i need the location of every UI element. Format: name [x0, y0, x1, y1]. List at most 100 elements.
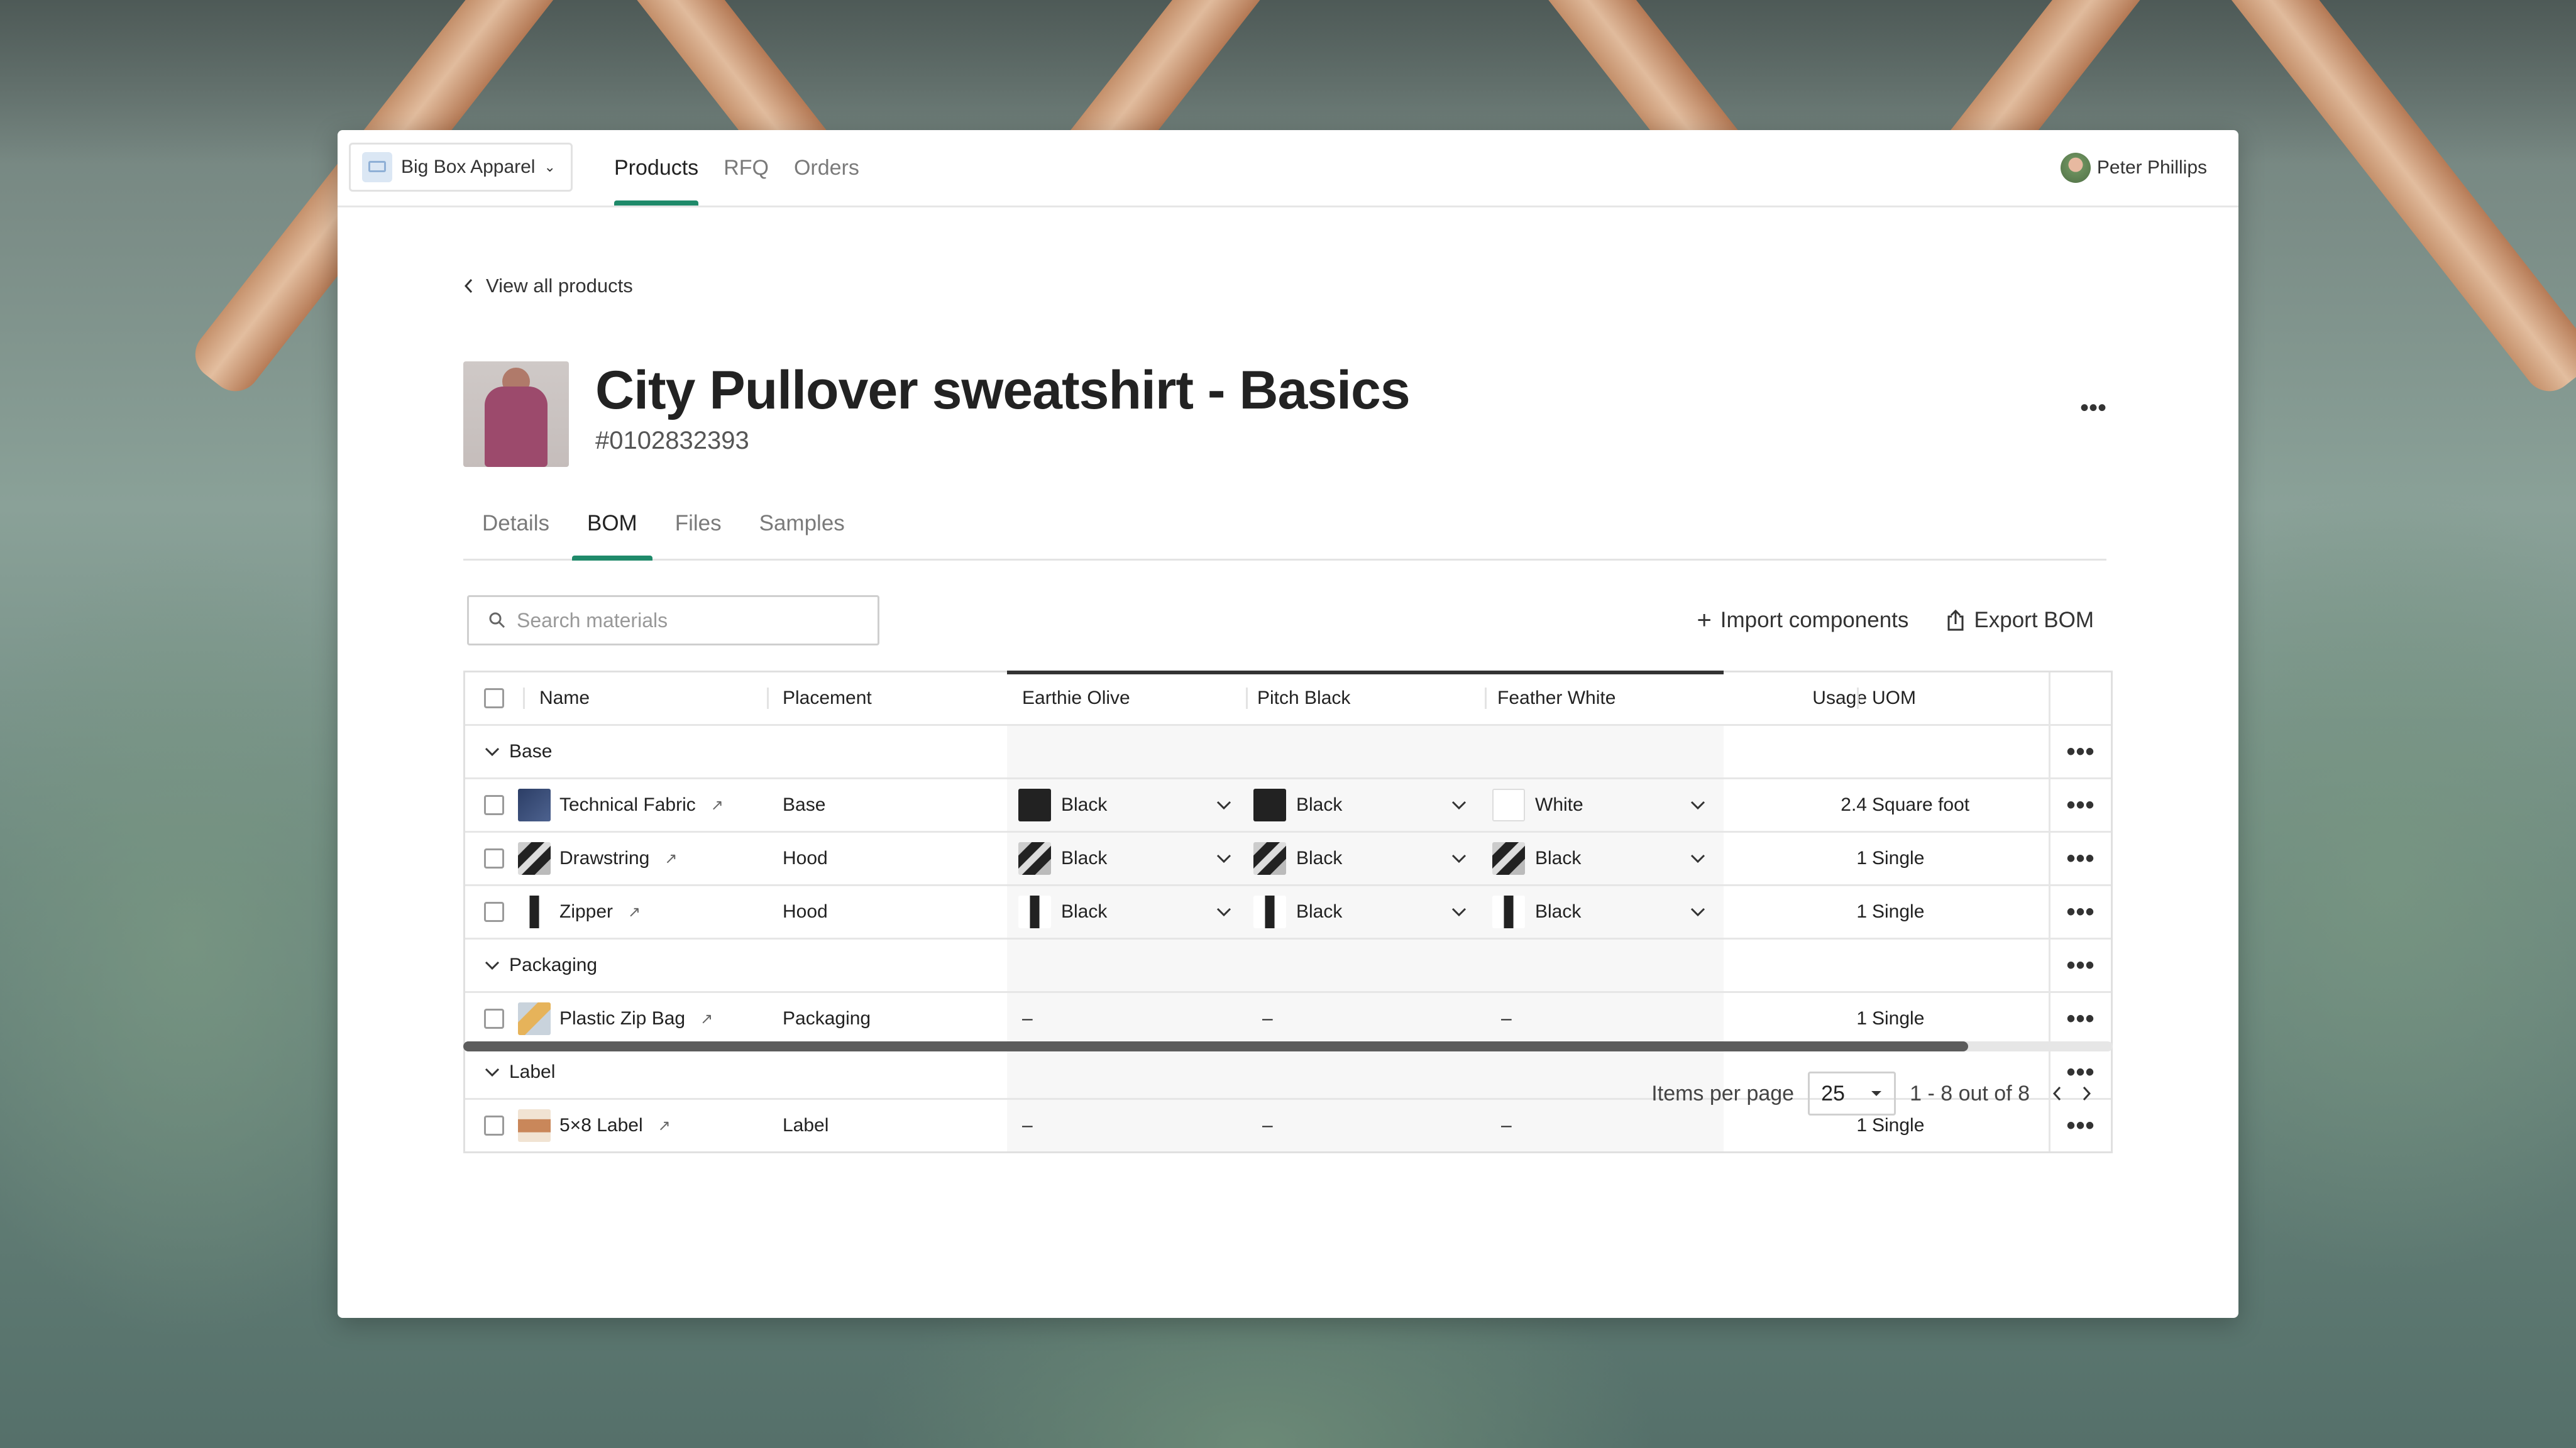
chevron-down-icon [1216, 908, 1231, 917]
more-icon[interactable]: ••• [2066, 1112, 2094, 1140]
column-header-name[interactable]: Name [539, 672, 590, 724]
component-name[interactable]: Technical Fabric [559, 794, 696, 816]
search-input[interactable]: Search materials [467, 595, 879, 645]
user-menu[interactable]: Peter Phillips [2060, 130, 2207, 206]
chevron-down-icon [1690, 854, 1705, 864]
export-icon [1947, 609, 1964, 631]
color-swatch [1492, 842, 1525, 875]
row-checkbox[interactable] [484, 902, 504, 922]
uom-value: Single [1872, 901, 1925, 922]
color-select[interactable]: Black [1253, 833, 1467, 884]
row-checkbox[interactable] [484, 1009, 504, 1029]
color-value-empty: – [1501, 1115, 1512, 1136]
component-name[interactable]: 5×8 Label [559, 1115, 643, 1136]
color-select[interactable]: Black [1253, 886, 1467, 938]
tab-files[interactable]: Files [656, 488, 740, 559]
back-link[interactable]: View all products [463, 275, 633, 297]
external-link-icon[interactable]: ↗ [658, 1117, 671, 1135]
group-row-base[interactable]: Base ••• [465, 726, 2111, 779]
column-header-placement[interactable]: Placement [783, 672, 872, 724]
import-components-button[interactable]: + Import components [1697, 606, 1908, 635]
row-checkbox[interactable] [484, 848, 504, 869]
column-header-feather-white[interactable]: Feather White [1497, 672, 1616, 724]
group-row-packaging[interactable]: Packaging ••• [465, 940, 2111, 993]
tab-details[interactable]: Details [463, 488, 568, 559]
color-swatch [1253, 789, 1286, 821]
nav-tab-orders[interactable]: Orders [781, 130, 872, 206]
color-select[interactable]: Black [1018, 886, 1232, 938]
chevron-down-icon[interactable] [484, 960, 500, 971]
more-icon[interactable]: ••• [2066, 791, 2094, 820]
tab-bom[interactable]: BOM [568, 488, 656, 561]
usage-value: 1 [1856, 1008, 1867, 1029]
horizontal-scrollbar[interactable] [463, 1041, 2113, 1051]
external-link-icon[interactable]: ↗ [664, 850, 677, 868]
row-checkbox[interactable] [484, 1116, 504, 1136]
color-select[interactable]: Black [1018, 779, 1232, 831]
external-link-icon[interactable]: ↗ [700, 1010, 713, 1028]
more-icon[interactable]: ••• [2066, 898, 2094, 926]
group-label: Packaging [509, 955, 598, 975]
component-name[interactable]: Zipper [559, 901, 613, 923]
drawstring-thumbnail [518, 842, 551, 875]
organization-logo-icon [362, 152, 392, 182]
chevron-down-icon [1690, 908, 1705, 917]
color-swatch [1018, 896, 1051, 928]
export-bom-button[interactable]: Export BOM [1946, 608, 2094, 633]
external-link-icon[interactable]: ↗ [628, 903, 641, 921]
column-header-usage[interactable]: Usage [1785, 672, 1867, 724]
table-row: Zipper ↗ Hood Black Black Black 1 Single… [465, 886, 2111, 940]
page-range: 1 - 8 out of 8 [1910, 1081, 2030, 1105]
usage-value: 2.4 [1841, 794, 1867, 815]
nav-tab-rfq[interactable]: RFQ [711, 130, 781, 206]
component-name[interactable]: Drawstring [559, 848, 649, 869]
chevron-right-icon[interactable] [2079, 1084, 2094, 1103]
column-header-earthie-olive[interactable]: Earthie Olive [1022, 672, 1130, 724]
more-icon[interactable]: ••• [2080, 394, 2106, 422]
chevron-down-icon [1216, 801, 1231, 810]
product-tabs: Details BOM Files Samples [463, 488, 2106, 561]
items-per-page-select[interactable]: 25 [1808, 1072, 1896, 1116]
color-value-empty: – [1262, 1115, 1273, 1136]
color-swatch [1492, 896, 1525, 928]
tab-samples[interactable]: Samples [740, 488, 864, 559]
more-icon[interactable]: ••• [2066, 1005, 2094, 1033]
color-select[interactable]: Black [1018, 833, 1232, 884]
row-checkbox[interactable] [484, 795, 504, 815]
external-link-icon[interactable]: ↗ [711, 796, 724, 814]
color-select[interactable]: Black [1492, 833, 1706, 884]
bag-thumbnail [518, 1002, 551, 1035]
column-header-pitch-black[interactable]: Pitch Black [1257, 672, 1350, 724]
top-navigation-bar: Big Box Apparel ⌄ Products RFQ Orders Pe… [338, 130, 2238, 207]
chevron-down-icon[interactable] [484, 746, 500, 757]
nav-tab-products[interactable]: Products [602, 130, 711, 206]
scrollbar-thumb[interactable] [463, 1041, 1968, 1051]
color-swatch [1492, 789, 1525, 821]
back-link-label: View all products [486, 275, 633, 297]
chevron-down-icon [1690, 801, 1705, 810]
chevron-left-icon [464, 278, 473, 293]
color-select[interactable]: White [1492, 779, 1706, 831]
uom-value: Single [1872, 1008, 1925, 1029]
organization-switcher[interactable]: Big Box Apparel ⌄ [349, 143, 573, 192]
more-icon[interactable]: ••• [2066, 952, 2094, 980]
select-all-checkbox[interactable] [484, 688, 504, 708]
uom-value: Square foot [1872, 794, 1970, 815]
color-value-empty: – [1022, 1115, 1033, 1136]
column-header-uom[interactable]: UOM [1872, 672, 1916, 724]
chevron-down-icon [1451, 908, 1467, 917]
chevron-down-icon [1216, 854, 1231, 864]
product-sku: #0102832393 [595, 427, 749, 454]
color-swatch [1018, 842, 1051, 875]
more-icon[interactable]: ••• [2066, 845, 2094, 873]
caret-down-icon [1871, 1091, 1882, 1096]
component-name[interactable]: Plastic Zip Bag [559, 1008, 685, 1029]
color-select[interactable]: Black [1492, 886, 1706, 938]
table-actions: + Import components Export BOM [1697, 595, 2094, 645]
color-select[interactable]: Black [1253, 779, 1467, 831]
chevron-left-icon[interactable] [2050, 1084, 2065, 1103]
chevron-down-icon: ⌄ [544, 159, 556, 175]
chevron-down-icon[interactable] [484, 1067, 500, 1078]
fabric-thumbnail [518, 789, 551, 821]
more-icon[interactable]: ••• [2066, 738, 2094, 766]
